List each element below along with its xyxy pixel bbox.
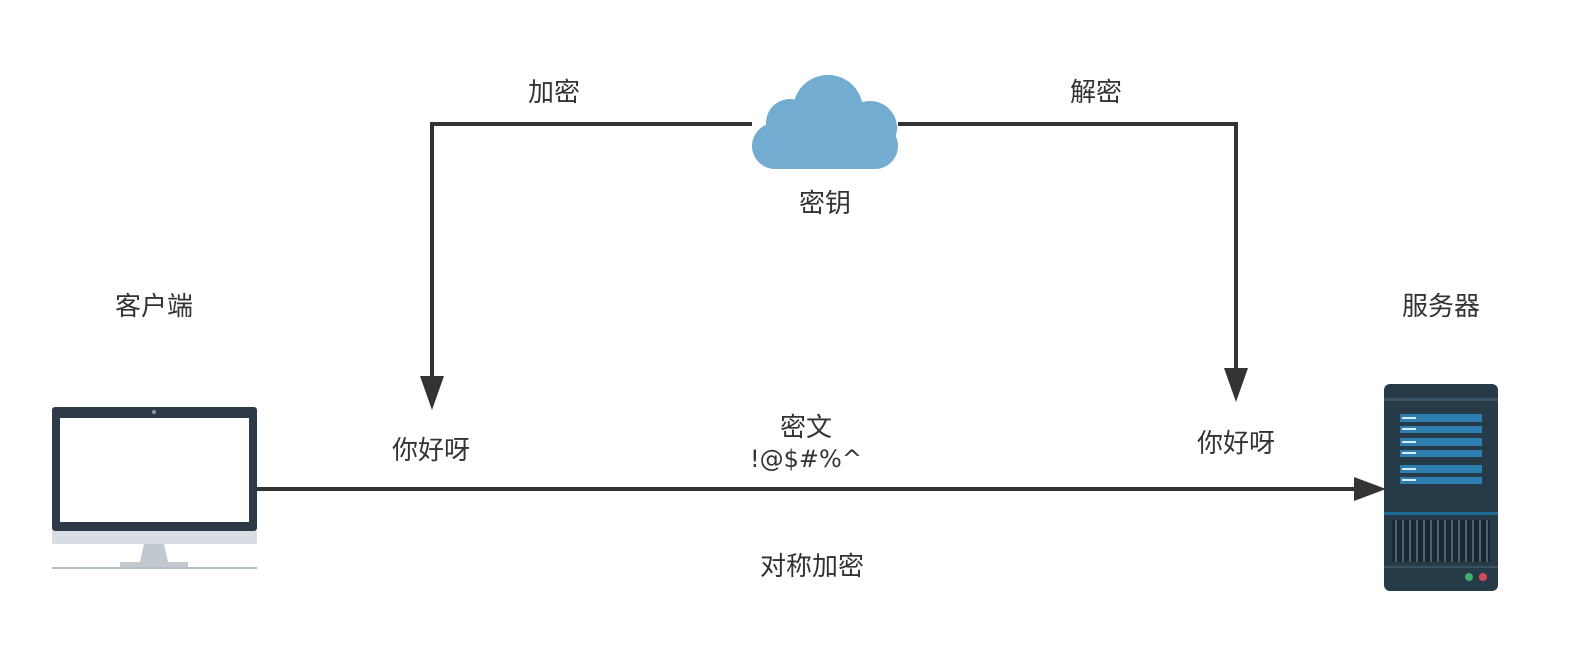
- transmission-arrowhead: [1354, 477, 1386, 501]
- server-label: 服务器: [1401, 292, 1481, 322]
- plaintext-left-label: 你好呀: [391, 436, 471, 466]
- encrypt-label: 加密: [527, 78, 581, 108]
- client-label: 客户端: [114, 292, 194, 322]
- desktop-monitor-icon: [52, 407, 257, 569]
- plaintext-right-label: 你好呀: [1196, 429, 1276, 459]
- ciphertext-title: 密文: [779, 413, 833, 443]
- decrypt-arrowhead: [1224, 368, 1248, 402]
- diagram-caption: 对称加密: [759, 552, 865, 582]
- key-label: 密钥: [798, 189, 852, 219]
- server-rack-icon: [1384, 384, 1498, 591]
- cloud-icon: [752, 75, 898, 169]
- decrypt-label: 解密: [1069, 78, 1123, 108]
- encrypt-connector: [430, 122, 752, 380]
- ciphertext-value: !@$#%^: [750, 445, 862, 473]
- encrypt-arrowhead: [420, 376, 444, 410]
- decrypt-connector: [898, 122, 1238, 372]
